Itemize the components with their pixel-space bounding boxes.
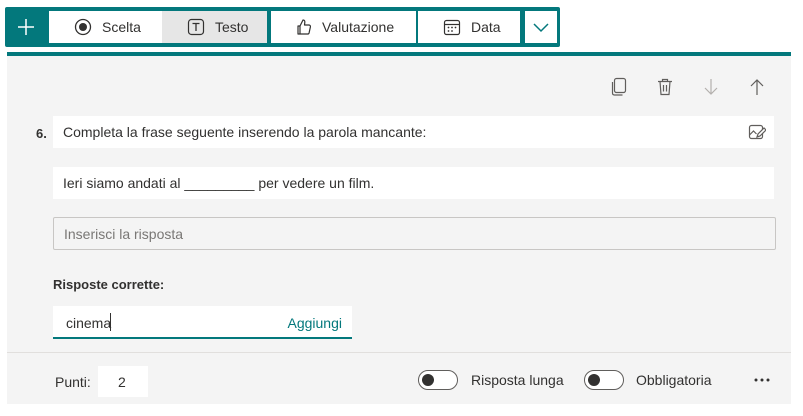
trash-icon <box>658 78 672 96</box>
long-answer-toggle[interactable] <box>418 370 458 390</box>
answer-preview-input[interactable]: Inserisci la risposta <box>53 217 776 250</box>
correct-answers-label: Risposte corrette: <box>53 277 165 292</box>
question-number: 6. <box>36 126 47 141</box>
thumbs-up-icon <box>293 17 313 37</box>
correct-answer-input[interactable]: cinema Aggiungi <box>53 306 352 339</box>
question-title-text: Completa la frase seguente inserendo la … <box>63 124 427 140</box>
question-card: 6. Completa la frase seguente inserendo … <box>7 52 791 404</box>
question-subtitle-field[interactable]: Ieri siamo andati al _________ per veder… <box>53 167 774 199</box>
rating-type-button[interactable]: Valutazione <box>271 11 416 43</box>
add-answer-button[interactable]: Aggiungi <box>288 315 343 331</box>
question-subtitle-text: Ieri siamo andati al _________ per veder… <box>63 175 375 191</box>
date-type-label: Data <box>471 19 501 35</box>
long-answer-label: Risposta lunga <box>471 372 564 388</box>
question-title-field[interactable]: Completa la frase seguente inserendo la … <box>53 116 774 148</box>
more-options-button[interactable] <box>750 370 774 390</box>
question-style-button[interactable] <box>746 121 768 143</box>
add-question-button[interactable] <box>5 7 47 47</box>
points-value: 2 <box>118 373 126 390</box>
required-toggle[interactable] <box>584 370 624 390</box>
toggle-knob <box>588 374 600 386</box>
toggle-knob <box>422 374 434 386</box>
plus-icon <box>18 19 34 35</box>
points-label: Punti: <box>55 374 91 390</box>
rating-type-label: Valutazione <box>322 19 395 35</box>
arrow-down-icon <box>704 79 718 95</box>
question-type-toolbar: Scelta Testo Valutazione Data <box>5 7 560 47</box>
move-up-button[interactable] <box>746 76 768 98</box>
text-icon <box>186 17 206 37</box>
text-type-label: Testo <box>215 19 249 35</box>
choice-type-button[interactable]: Scelta <box>49 11 162 43</box>
date-type-button[interactable]: Data <box>418 11 520 43</box>
move-down-button[interactable] <box>700 76 722 98</box>
answer-placeholder: Inserisci la risposta <box>64 225 184 242</box>
more-types-button[interactable] <box>525 11 557 43</box>
chevron-down-icon <box>533 23 549 33</box>
delete-question-button[interactable] <box>654 76 676 98</box>
correct-answer-value: cinema <box>66 315 112 331</box>
calendar-icon <box>442 17 462 37</box>
copy-question-button[interactable] <box>608 76 630 98</box>
copy-icon <box>611 77 627 96</box>
arrow-up-icon <box>750 79 764 95</box>
card-footer-divider <box>7 352 791 353</box>
text-type-button[interactable]: Testo <box>162 11 267 43</box>
required-label: Obbligatoria <box>636 372 712 388</box>
choice-type-label: Scelta <box>102 19 141 35</box>
edit-image-icon <box>748 124 766 140</box>
radio-choice-icon <box>73 17 93 37</box>
points-input[interactable]: 2 <box>98 366 148 397</box>
text-cursor <box>110 313 111 331</box>
more-icon <box>754 378 770 382</box>
